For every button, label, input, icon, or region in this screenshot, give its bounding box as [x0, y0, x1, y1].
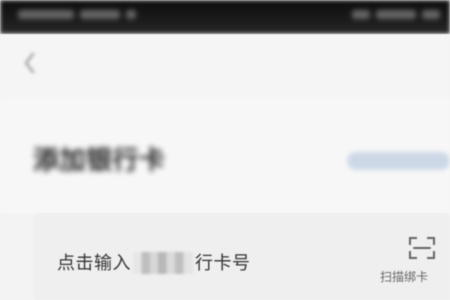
- card-number-field[interactable]: 点击输入 行卡号 扫描绑卡: [34, 214, 450, 300]
- back-button[interactable]: [18, 52, 40, 74]
- scan-card-button[interactable]: 扫描绑卡: [380, 232, 450, 300]
- page-title: 添加银行卡: [33, 146, 166, 176]
- card-number-placeholder: 点击输入 行卡号: [57, 247, 251, 277]
- carrier-signal: [18, 10, 74, 19]
- placeholder-suffix: 行卡号: [195, 253, 251, 274]
- blurred-link[interactable]: [347, 152, 450, 170]
- screen: 添加银行卡 点击输入 行卡号 扫描绑卡: [0, 0, 450, 300]
- chevron-left-icon: [24, 52, 35, 74]
- scan-label: 扫描绑卡: [380, 270, 429, 284]
- redacted-text: [133, 252, 193, 274]
- header-section: 添加银行卡: [0, 98, 450, 213]
- status-bar-right: [352, 10, 440, 19]
- network-indicators: [80, 10, 120, 19]
- placeholder-prefix: 点击输入: [57, 253, 131, 274]
- status-icon: [126, 10, 136, 19]
- scan-frame-icon: [409, 237, 435, 259]
- status-bar: [0, 0, 450, 34]
- navigation-bar: [0, 34, 450, 98]
- status-bar-left: [18, 10, 136, 19]
- status-icon: [352, 10, 370, 19]
- battery-indicator: [376, 10, 416, 19]
- time: [422, 10, 440, 19]
